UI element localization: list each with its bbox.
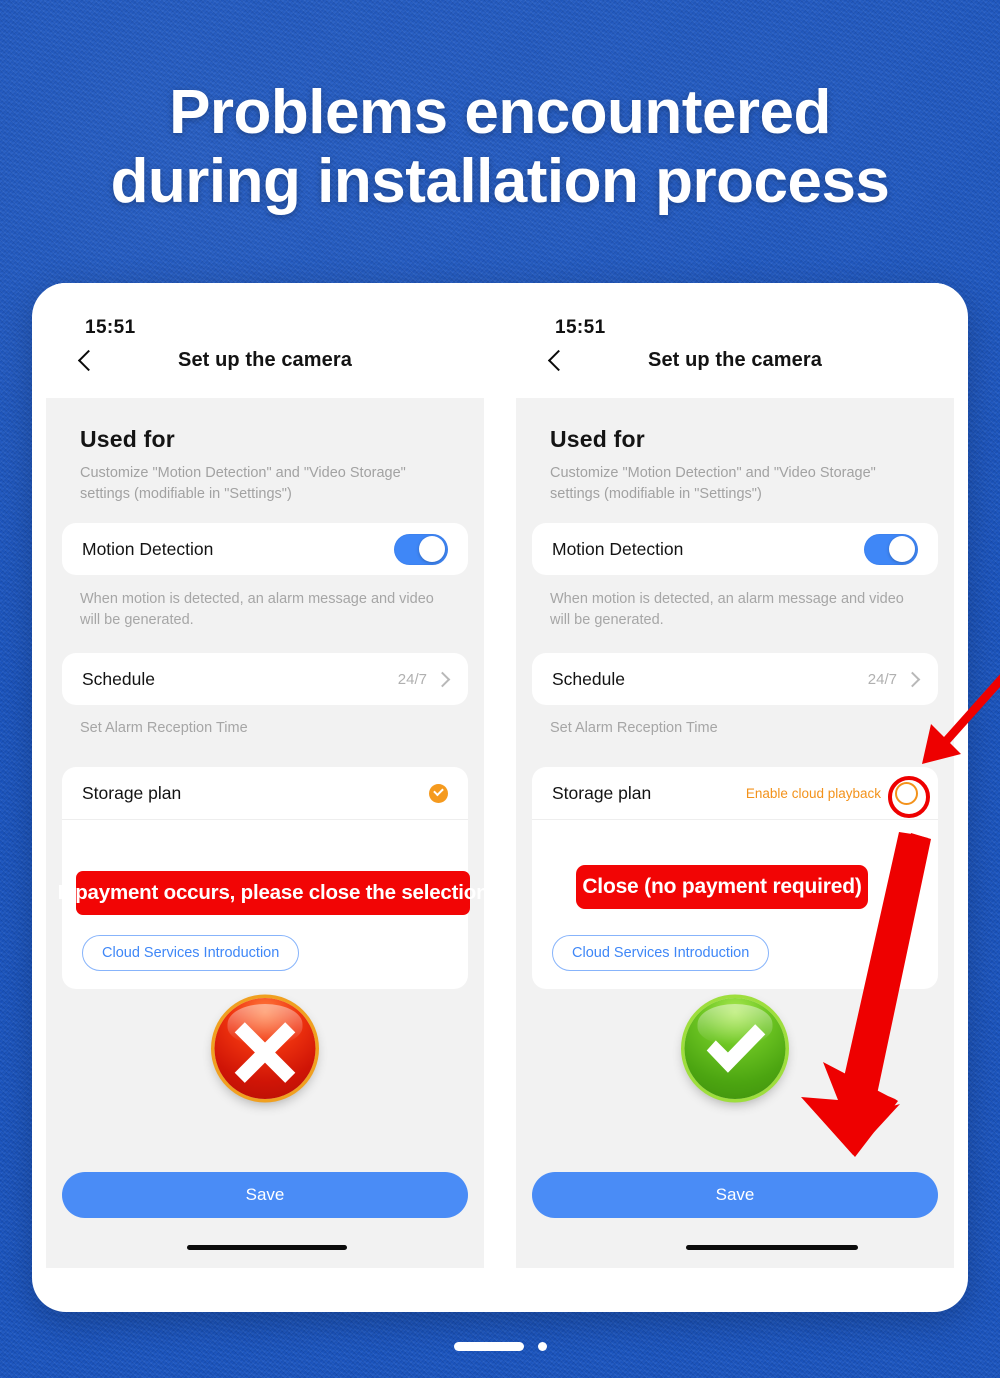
- cross-glyph: [234, 1022, 296, 1083]
- schedule-row[interactable]: Schedule 24/7: [62, 653, 468, 705]
- motion-detection-toggle[interactable]: [394, 533, 448, 565]
- page-indicator-dot[interactable]: [537, 1342, 547, 1351]
- check-glyph: [706, 1024, 766, 1073]
- result-badge-area-left: [46, 989, 484, 1117]
- section-description: Customize "Motion Detection" and "Video …: [550, 465, 876, 503]
- motion-detection-row[interactable]: Motion Detection: [62, 523, 468, 575]
- storage-plan-card: Storage plan If payment occurs, please c…: [58, 767, 484, 990]
- schedule-label: Schedule: [552, 668, 625, 689]
- home-indicator: [686, 1245, 858, 1250]
- check-mark-icon: [684, 998, 786, 1100]
- storage-plan-label: Storage plan: [552, 782, 652, 803]
- status-bar-clock: 15:51: [555, 317, 606, 338]
- schedule-card: Schedule 24/7: [62, 653, 468, 706]
- motion-detection-toggle[interactable]: [864, 533, 918, 565]
- status-bar: 15:51: [516, 283, 954, 343]
- storage-plan-label: Storage plan: [82, 782, 182, 803]
- tablet-frame: 15:51 Set up the camera Used for Customi…: [32, 283, 968, 1312]
- used-for-section: Used for Customize "Motion Detection" an…: [46, 398, 484, 505]
- schedule-row[interactable]: Schedule 24/7: [532, 653, 938, 705]
- status-bar-clock: 15:51: [85, 317, 136, 338]
- nav-title: Set up the camera: [178, 349, 352, 371]
- save-button[interactable]: Save: [62, 1172, 468, 1218]
- storage-plan-row[interactable]: Storage plan Enable cloud playback: [532, 767, 938, 821]
- radio-empty-orange-icon[interactable]: [895, 781, 918, 805]
- nav-bar: Set up the camera: [46, 343, 484, 398]
- screen-body: Used for Customize "Motion Detection" an…: [46, 398, 484, 1268]
- schedule-value: 24/7: [397, 670, 427, 688]
- section-title: Used for: [80, 426, 175, 452]
- result-badge-area-right: [516, 989, 954, 1117]
- section-description: Customize "Motion Detection" and "Video …: [80, 465, 406, 503]
- schedule-value: 24/7: [867, 670, 897, 688]
- screen-body: Used for Customize "Motion Detection" an…: [516, 398, 954, 1268]
- section-title: Used for: [550, 426, 645, 452]
- cloud-services-introduction-button[interactable]: Cloud Services Introduction: [552, 935, 770, 972]
- toggle-knob: [419, 536, 445, 563]
- enable-cloud-playback-label: Enable cloud playback: [745, 785, 881, 801]
- chevron-right-icon: [904, 671, 921, 687]
- nav-title: Set up the camera: [648, 349, 822, 371]
- motion-detection-helper: When motion is detected, an alarm messag…: [550, 591, 904, 629]
- motion-detection-row[interactable]: Motion Detection: [532, 523, 938, 575]
- motion-detection-label: Motion Detection: [82, 538, 214, 559]
- save-button[interactable]: Save: [532, 1172, 938, 1218]
- page-title-line-2: during installation process: [110, 147, 890, 217]
- schedule-label: Schedule: [82, 668, 155, 689]
- cloud-services-introduction-button[interactable]: Cloud Services Introduction: [82, 935, 300, 972]
- page-indicator: [0, 1342, 1000, 1351]
- chevron-right-icon: [434, 671, 451, 687]
- schedule-helper: Set Alarm Reception Time: [550, 720, 718, 737]
- motion-detection-card: Motion Detection: [532, 523, 938, 576]
- home-indicator: [187, 1245, 347, 1250]
- storage-plan-row[interactable]: Storage plan: [62, 767, 468, 821]
- toggle-knob: [889, 536, 915, 563]
- status-bar: 15:51: [46, 283, 484, 343]
- callout-badge-left: If payment occurs, please close the sele…: [58, 871, 484, 916]
- cross-mark-icon: [214, 998, 316, 1100]
- motion-detection-label: Motion Detection: [552, 538, 684, 559]
- schedule-card: Schedule 24/7: [532, 653, 938, 706]
- phone-screenshot-left: 15:51 Set up the camera Used for Customi…: [46, 283, 484, 1268]
- page-indicator-active[interactable]: [453, 1342, 524, 1351]
- nav-bar: Set up the camera: [516, 343, 954, 398]
- callout-badge-right: Close (no payment required): [576, 865, 868, 910]
- phone-screenshot-right: 15:51 Set up the camera Used for Customi…: [516, 283, 954, 1268]
- page-title: Problems encountered during installation…: [0, 78, 1000, 217]
- check-filled-orange-icon[interactable]: [429, 783, 448, 803]
- storage-plan-card: Storage plan Enable cloud playback Close…: [532, 767, 938, 990]
- motion-detection-card: Motion Detection: [62, 523, 468, 576]
- page-title-line-1: Problems encountered: [169, 78, 831, 147]
- motion-detection-helper: When motion is detected, an alarm messag…: [80, 591, 434, 629]
- schedule-helper: Set Alarm Reception Time: [80, 720, 248, 737]
- used-for-section: Used for Customize "Motion Detection" an…: [516, 398, 954, 505]
